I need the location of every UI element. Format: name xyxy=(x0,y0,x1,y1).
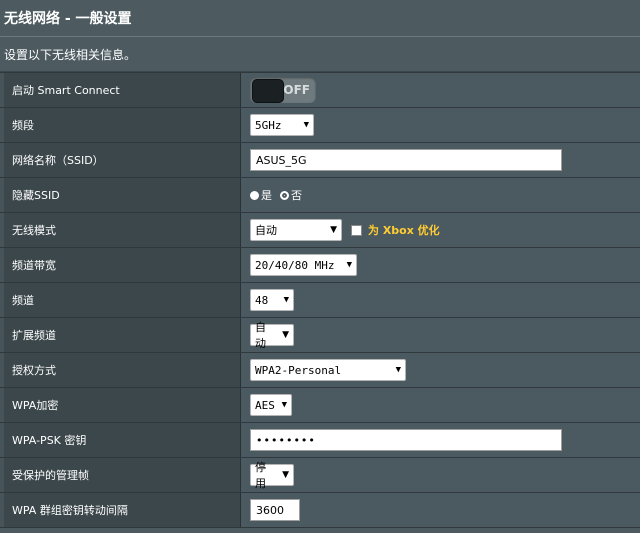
wireless-mode-label: 无线模式 xyxy=(0,213,241,247)
wpa-psk-input[interactable]: •••••••• xyxy=(250,429,562,451)
channel-bandwidth-value: 20/40/80 MHz ▼ xyxy=(241,248,640,282)
chevron-down-icon: ▼ xyxy=(346,260,352,270)
wpa-psk-label: WPA-PSK 密钥 xyxy=(0,423,241,457)
hide-ssid-value: 是 否 xyxy=(241,178,640,212)
row-channel-bandwidth: 频道带宽 20/40/80 MHz ▼ xyxy=(0,248,640,283)
row-wpa-psk: WPA-PSK 密钥 •••••••• xyxy=(0,423,640,458)
extension-channel-select[interactable]: 自动 ▼ xyxy=(250,321,294,350)
row-auth-method: 授权方式 WPA2-Personal ▼ xyxy=(0,353,640,388)
ssid-label: 网络名称（SSID） xyxy=(0,143,241,177)
wpa-psk-value: •••••••• xyxy=(241,423,640,457)
pmf-value: 停用 ▼ xyxy=(241,458,640,492)
toggle-state-text: OFF xyxy=(283,83,310,97)
hide-ssid-label: 隐藏SSID xyxy=(0,178,241,212)
row-channel: 频道 48 ▼ xyxy=(0,283,640,318)
wireless-mode-select-value: 自动 xyxy=(255,224,277,237)
extension-channel-select-value: 自动 xyxy=(255,321,266,350)
auth-method-select[interactable]: WPA2-Personal ▼ xyxy=(250,359,406,381)
group-key-interval-input[interactable]: 3600 xyxy=(250,499,300,521)
pmf-label: 受保护的管理帧 xyxy=(0,458,241,492)
ssid-value: ASUS_5G xyxy=(241,143,640,177)
chevron-down-icon: ▼ xyxy=(303,120,309,130)
auth-method-label: 授权方式 xyxy=(0,353,241,387)
row-wpa-encryption: WPA加密 AES ▼ xyxy=(0,388,640,423)
toggle-knob xyxy=(252,79,284,103)
wpa-encryption-value: AES ▼ xyxy=(241,388,640,422)
band-value: 5GHz ▼ xyxy=(241,108,640,142)
smart-connect-value: OFF xyxy=(241,73,640,107)
chevron-down-icon: ▼ xyxy=(281,400,287,410)
pmf-select[interactable]: 停用 ▼ xyxy=(250,461,294,490)
extension-channel-value: 自动 ▼ xyxy=(241,318,640,352)
row-hide-ssid: 隐藏SSID 是 否 xyxy=(0,178,640,213)
settings-table: 启动 Smart Connect OFF 频段 5GHz ▼ 网络名称（SSID… xyxy=(0,72,640,528)
page-title: 无线网络 - 一般设置 xyxy=(0,0,640,37)
wpa-encryption-label: WPA加密 xyxy=(0,388,241,422)
row-extension-channel: 扩展频道 自动 ▼ xyxy=(0,318,640,353)
hide-ssid-no-label: 否 xyxy=(291,189,302,202)
group-key-interval-value: 3600 xyxy=(241,493,640,527)
chevron-down-icon: ▼ xyxy=(282,470,289,480)
channel-bandwidth-select-value: 20/40/80 MHz xyxy=(255,258,335,272)
extension-channel-label: 扩展频道 xyxy=(0,318,241,352)
wireless-mode-select[interactable]: 自动 ▼ xyxy=(250,219,342,241)
channel-value: 48 ▼ xyxy=(241,283,640,317)
hide-ssid-no-radio[interactable] xyxy=(280,190,289,200)
chevron-down-icon: ▼ xyxy=(283,295,289,305)
smart-connect-label: 启动 Smart Connect xyxy=(0,73,241,107)
auth-method-select-value: WPA2-Personal xyxy=(255,363,342,377)
chevron-down-icon: ▼ xyxy=(395,365,401,375)
chevron-down-icon: ▼ xyxy=(330,225,337,235)
ssid-input[interactable]: ASUS_5G xyxy=(250,149,562,171)
smart-connect-toggle[interactable]: OFF xyxy=(250,77,316,103)
channel-bandwidth-label: 频道带宽 xyxy=(0,248,241,282)
wpa-encryption-select[interactable]: AES ▼ xyxy=(250,394,292,416)
group-key-interval-label: WPA 群组密钥转动间隔 xyxy=(0,493,241,527)
page-description: 设置以下无线相关信息。 xyxy=(0,37,640,72)
hide-ssid-yes-label: 是 xyxy=(261,189,272,202)
channel-label: 频道 xyxy=(0,283,241,317)
row-pmf: 受保护的管理帧 停用 ▼ xyxy=(0,458,640,493)
row-band: 频段 5GHz ▼ xyxy=(0,108,640,143)
xbox-optimize-label: 为 Xbox 优化 xyxy=(368,224,440,237)
row-group-key-interval: WPA 群组密钥转动间隔 3600 xyxy=(0,493,640,528)
band-select[interactable]: 5GHz ▼ xyxy=(250,114,314,136)
wpa-encryption-select-value: AES xyxy=(255,398,275,412)
channel-select-value: 48 xyxy=(255,293,269,307)
row-smart-connect: 启动 Smart Connect OFF xyxy=(0,73,640,108)
auth-method-value: WPA2-Personal ▼ xyxy=(241,353,640,387)
band-select-value: 5GHz xyxy=(255,118,282,132)
chevron-down-icon: ▼ xyxy=(282,330,289,340)
pmf-select-value: 停用 xyxy=(255,461,266,490)
page: 无线网络 - 一般设置 设置以下无线相关信息。 启动 Smart Connect… xyxy=(0,0,640,533)
xbox-optimize-checkbox[interactable] xyxy=(351,224,362,236)
row-wireless-mode: 无线模式 自动 ▼ 为 Xbox 优化 xyxy=(0,213,640,248)
band-label: 频段 xyxy=(0,108,241,142)
hide-ssid-yes-radio[interactable] xyxy=(250,190,259,200)
channel-select[interactable]: 48 ▼ xyxy=(250,289,294,311)
hide-ssid-radio-group: 是 否 xyxy=(250,187,310,203)
row-ssid: 网络名称（SSID） ASUS_5G xyxy=(0,143,640,178)
channel-bandwidth-select[interactable]: 20/40/80 MHz ▼ xyxy=(250,254,357,276)
wireless-mode-value: 自动 ▼ 为 Xbox 优化 xyxy=(241,213,640,247)
